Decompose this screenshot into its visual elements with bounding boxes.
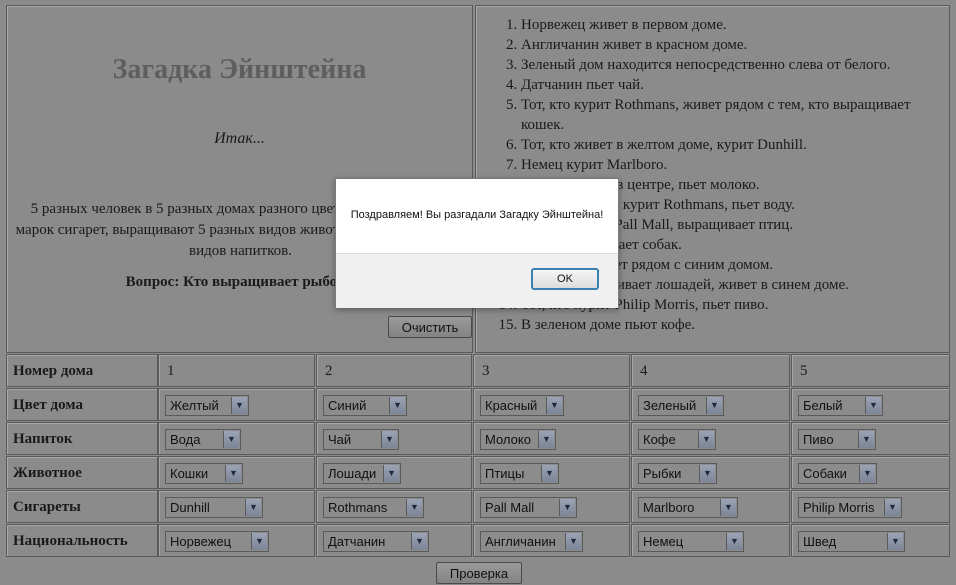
ok-button[interactable]: OK (531, 268, 599, 290)
alert-dialog: Поздравляем! Вы разгадали Загадку Эйнште… (335, 178, 619, 308)
dialog-message: Поздравляем! Вы разгадали Загадку Эйнште… (350, 209, 604, 221)
